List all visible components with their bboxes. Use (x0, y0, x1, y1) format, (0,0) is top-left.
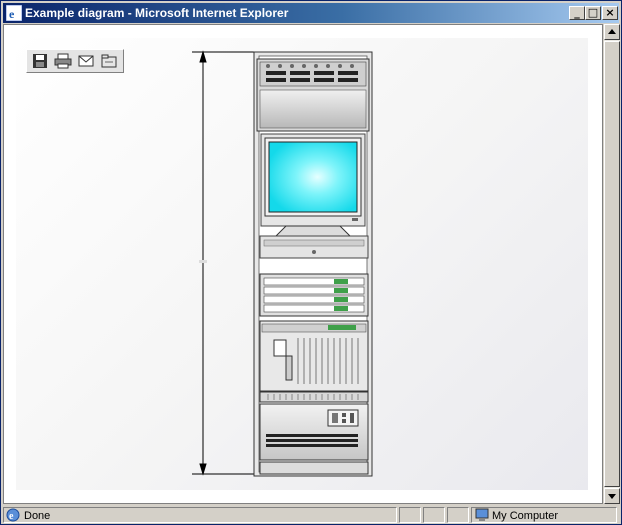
internet-explorer-icon: e (6, 5, 22, 21)
rack-diagram (192, 50, 373, 477)
server-chassis[interactable] (259, 320, 369, 403)
crt-monitor[interactable] (259, 133, 369, 259)
page-viewport (3, 24, 603, 504)
scroll-up-button[interactable] (604, 24, 620, 40)
floppy-disk-icon[interactable] (31, 53, 49, 69)
svg-text:e: e (9, 7, 15, 21)
folder-icon[interactable] (100, 53, 118, 69)
status-panel-1 (399, 507, 421, 523)
printer-icon[interactable] (54, 53, 72, 69)
security-zone-label: My Computer (492, 510, 559, 522)
title-bar[interactable]: e Example diagram - Microsoft Internet E… (3, 3, 619, 23)
diagram-toolbar (26, 49, 124, 73)
security-zone-panel: My Computer (471, 507, 617, 523)
arrow-down-icon (608, 494, 616, 499)
power-unit[interactable] (259, 403, 369, 475)
status-bar: e Done My Computer (3, 506, 619, 524)
patch-panel[interactable] (256, 58, 370, 132)
scroll-thumb[interactable] (604, 41, 620, 487)
height-dimension-line (192, 50, 254, 476)
svg-text:e: e (9, 511, 14, 522)
vertical-scrollbar[interactable] (604, 24, 620, 504)
close-button[interactable]: × (602, 6, 618, 20)
maximize-button[interactable]: □ (585, 6, 601, 20)
diagram-canvas (16, 38, 588, 490)
server-rack[interactable] (253, 51, 373, 477)
status-panel-main: e Done (3, 507, 397, 523)
status-panel-2 (423, 507, 445, 523)
status-text: Done (24, 510, 51, 522)
ie-page-icon: e (6, 508, 20, 522)
window-title: Example diagram - Microsoft Internet Exp… (25, 6, 289, 20)
scroll-down-button[interactable] (604, 488, 620, 504)
arrow-up-icon (608, 29, 616, 34)
disk-array[interactable] (259, 273, 369, 317)
computer-icon (475, 508, 489, 521)
status-panel-3 (447, 507, 469, 523)
envelope-icon[interactable] (77, 53, 95, 69)
minimize-button[interactable]: _ (569, 6, 585, 20)
ie-window: e Example diagram - Microsoft Internet E… (0, 0, 622, 525)
